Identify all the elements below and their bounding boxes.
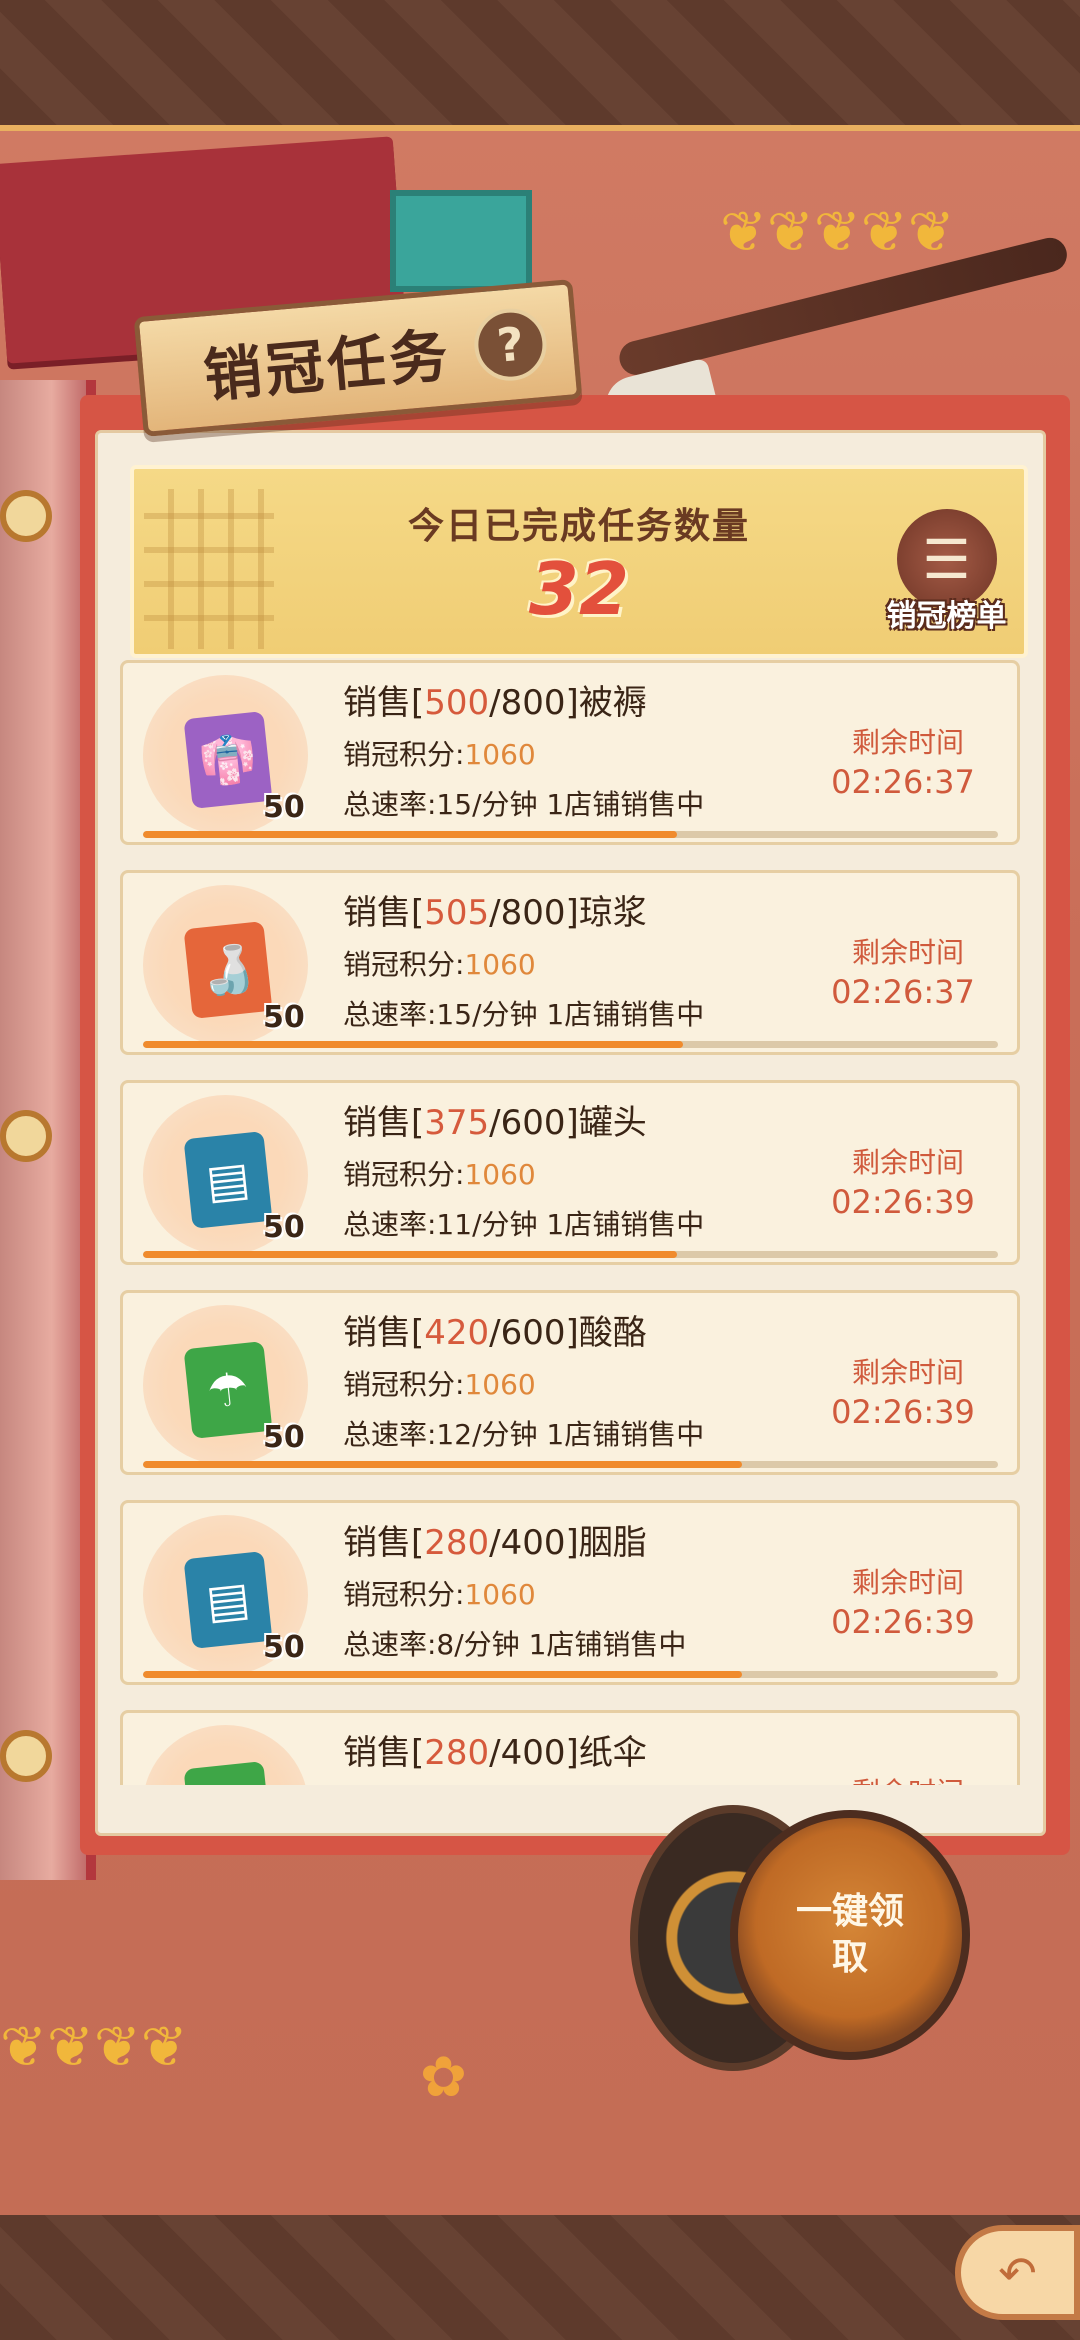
task-rate: 总速率:15/分钟 1店铺销售中 (343, 998, 705, 1031)
task-current: 280 (424, 1733, 490, 1773)
progress-fill (143, 1251, 678, 1258)
task-timer: 02:26:39 (831, 1603, 975, 1641)
task-current: 280 (424, 1523, 490, 1563)
task-title: 销售[280/400]胭脂 (343, 1523, 647, 1563)
task-target: 800 (500, 893, 566, 933)
task-item-name: 罐头 (578, 1103, 647, 1143)
task-current: 420 (424, 1313, 490, 1353)
item-icon-background: ▤ 50 (143, 1095, 308, 1255)
timer-label: 剩余时间 (851, 936, 964, 969)
progress-bar (143, 831, 998, 838)
wine-bucket-icon: 🍶 (183, 921, 273, 1019)
task-card[interactable]: ▤ 50 销售[280/400]胭脂 销冠积分:1060 总速率:8/分钟 1店… (120, 1500, 1020, 1685)
task-rate: 总速率:11/分钟 1店铺销售中 (343, 1208, 705, 1241)
task-current: 500 (424, 683, 490, 723)
task-title: 销售[280/400]纸伞 (343, 1733, 647, 1773)
item-icon-background: 🍶 50 (143, 885, 308, 1045)
item-icon-background: ☂ 50 (143, 1305, 308, 1465)
cloth-bundle-icon: ▤ (183, 1131, 273, 1229)
help-icon[interactable]: ? (471, 305, 550, 384)
task-card[interactable]: ☂ 销售[280/400]纸伞 剩余时间 (120, 1710, 1020, 1785)
item-level: 50 (263, 790, 305, 825)
bottom-border-pattern (0, 2215, 1080, 2340)
progress-fill (143, 1041, 683, 1048)
task-card[interactable]: ▤ 50 销售[375/600]罐头 销冠积分:1060 总速率:11/分钟 1… (120, 1080, 1020, 1265)
binder-ring (0, 490, 52, 542)
wheat-leaves-decoration: ❦❦❦❦❦ (720, 200, 955, 265)
task-timer: 02:26:39 (831, 1393, 975, 1431)
progress-bar (143, 1251, 998, 1258)
task-timer: 02:26:37 (831, 973, 975, 1011)
timer-label: 剩余时间 (851, 1566, 964, 1599)
umbrella-icon: ☂ (183, 1341, 273, 1439)
back-arrow-icon: ↶ (998, 2245, 1037, 2300)
task-list[interactable]: 👘 50 销售[500/800]被褥 销冠积分:1060 总速率:15/分钟 1… (120, 660, 1020, 1785)
task-card[interactable]: 👘 50 销售[500/800]被褥 销冠积分:1060 总速率:15/分钟 1… (120, 660, 1020, 845)
task-score: 销冠积分:1060 (343, 948, 536, 981)
item-level: 50 (263, 1420, 305, 1455)
task-title: 销售[375/600]罐头 (343, 1103, 647, 1143)
claim-all-button[interactable]: 一键领取 (730, 1810, 970, 2060)
task-timer: 02:26:37 (831, 763, 975, 801)
task-score: 销冠积分:1060 (343, 1158, 536, 1191)
task-item-name: 琼浆 (578, 893, 647, 933)
task-card[interactable]: ☂ 50 销售[420/600]酸酪 销冠积分:1060 总速率:12/分钟 1… (120, 1290, 1020, 1475)
task-title: 销售[420/600]酸酪 (343, 1313, 647, 1353)
task-score: 销冠积分:1060 (343, 1578, 536, 1611)
task-card[interactable]: 🍶 50 销售[505/800]琼浆 销冠积分:1060 总速率:15/分钟 1… (120, 870, 1020, 1055)
item-icon-background: ▤ 50 (143, 1515, 308, 1675)
task-rate: 总速率:8/分钟 1店铺销售中 (343, 1628, 687, 1661)
timer-label: 剩余时间 (851, 1356, 964, 1389)
wheat-leaves-decoration-bottom: ❦❦❦❦ (0, 2015, 188, 2080)
progress-bar (143, 1461, 998, 1468)
task-title: 销售[500/800]被褥 (343, 683, 647, 723)
top-border-pattern (0, 0, 1080, 125)
binder-ring (0, 1730, 52, 1782)
claim-all-label: 一键领取 (795, 1891, 904, 1978)
cloth-bundle-icon: ▤ (183, 1551, 273, 1649)
item-level: 50 (263, 1210, 305, 1245)
teal-book-decoration (390, 190, 532, 292)
item-icon-background: 👘 50 (143, 675, 308, 835)
task-target: 800 (500, 683, 566, 723)
progress-bar (143, 1041, 998, 1048)
binder-ring (0, 1110, 52, 1162)
task-current: 505 (424, 893, 490, 933)
clothes-icon: 👘 (183, 711, 273, 809)
timer-label: 剩余时间 (851, 1146, 964, 1179)
leaderboard-label: 销冠榜单 (886, 599, 1007, 634)
leaderboard-button[interactable]: ☰ 销冠榜单 (879, 509, 1014, 644)
task-score: 销冠积分:1060 (343, 738, 536, 771)
task-score: 销冠积分:1060 (343, 1368, 536, 1401)
progress-fill (143, 831, 678, 838)
umbrella-icon: ☂ (183, 1761, 273, 1785)
page-title: 销冠任务 (201, 321, 455, 411)
task-rate: 总速率:15/分钟 1店铺销售中 (343, 788, 705, 821)
timer-label: 剩余时间 (851, 726, 964, 759)
task-target: 400 (500, 1733, 566, 1773)
progress-fill (143, 1671, 742, 1678)
task-rate: 总速率:12/分钟 1店铺销售中 (343, 1418, 705, 1451)
task-target: 400 (500, 1523, 566, 1563)
task-current: 375 (424, 1103, 490, 1143)
item-level: 50 (263, 1000, 305, 1035)
task-timer: 02:26:39 (831, 1183, 975, 1221)
table-edge-stripe (0, 125, 1080, 131)
progress-fill (143, 1461, 742, 1468)
task-item-name: 被褥 (578, 683, 647, 723)
item-icon-background: ☂ (143, 1725, 308, 1785)
task-target: 600 (500, 1313, 566, 1353)
maple-leaf-decoration: ✿ (420, 2045, 467, 2110)
task-item-name: 酸酪 (578, 1313, 647, 1353)
back-button[interactable]: ↶ (955, 2225, 1080, 2320)
item-level: 50 (263, 1630, 305, 1665)
task-target: 600 (500, 1103, 566, 1143)
task-item-name: 胭脂 (578, 1523, 647, 1563)
task-title: 销售[505/800]琼浆 (343, 893, 647, 933)
timer-label: 剩余时间 (823, 1771, 993, 1785)
completed-tasks-banner: 今日已完成任务数量 32 ☰ 销冠榜单 (130, 465, 1028, 658)
progress-bar (143, 1671, 998, 1678)
task-item-name: 纸伞 (578, 1733, 647, 1773)
